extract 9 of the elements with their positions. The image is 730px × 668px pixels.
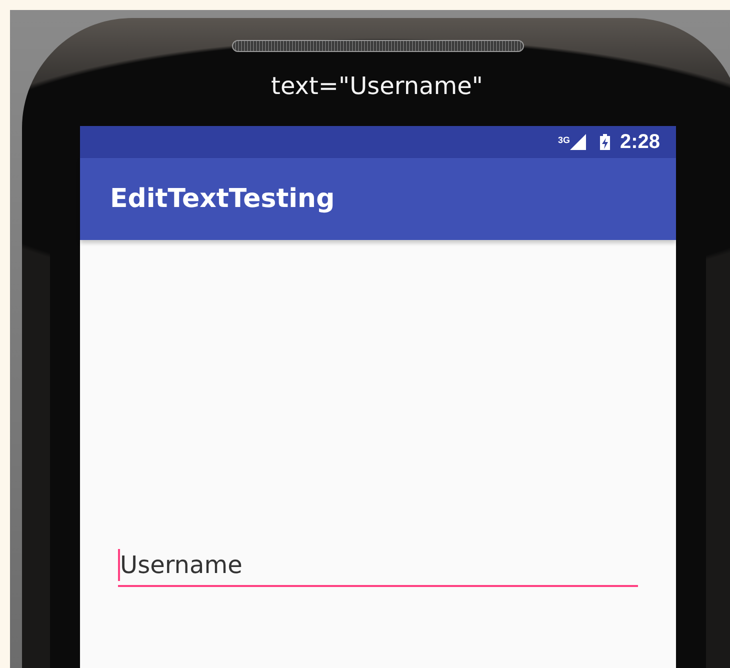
username-field[interactable]: Username [118,545,638,587]
clock-time: 2:28 [620,130,660,154]
battery-charging-icon [600,134,610,150]
caption-text: text="Username" [270,71,484,102]
field-value: Username [120,551,242,579]
signal-icon [570,134,586,150]
app-title: EditTextTesting [110,184,335,214]
network-type: 3G [558,135,570,145]
text-cursor [118,549,120,581]
